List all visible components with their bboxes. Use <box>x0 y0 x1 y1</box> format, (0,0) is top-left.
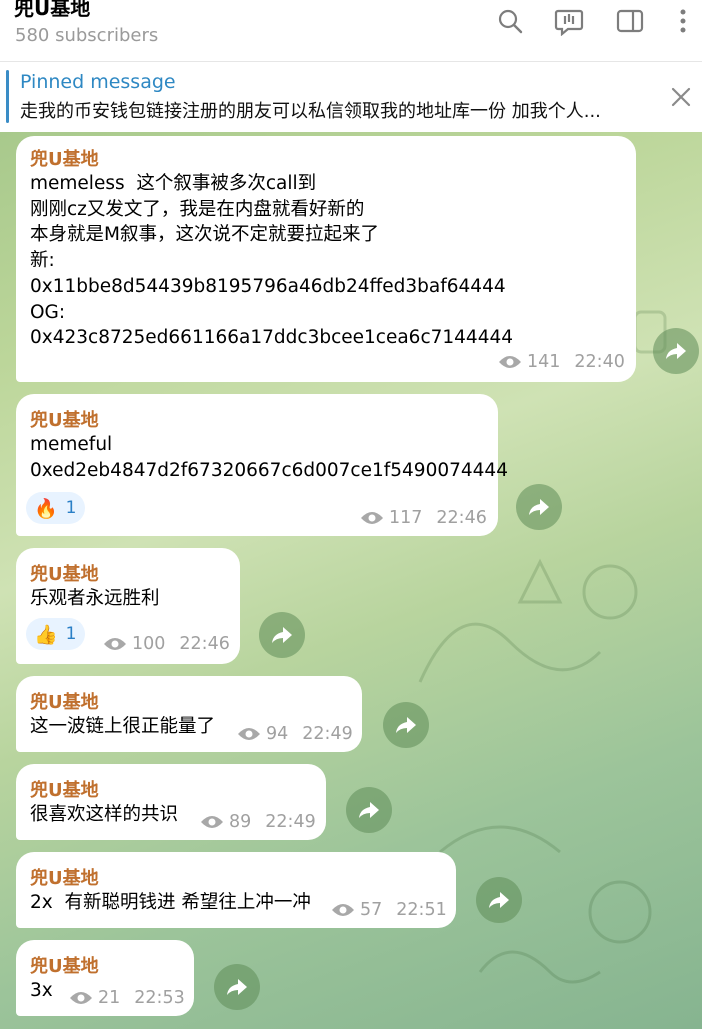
message-text: 3x <box>30 980 53 1001</box>
message-sender[interactable]: 兜U基地 <box>30 776 99 802</box>
message-time: 22:53 <box>134 988 185 1008</box>
message-sender[interactable]: 兜U基地 <box>30 406 99 432</box>
background-pattern-icon <box>418 558 638 683</box>
message-meta: 117 22:46 <box>360 508 487 528</box>
pinned-message-bar[interactable]: Pinned message 走我的币安钱包链接注册的朋友可以私信领取我的地址库… <box>0 62 702 132</box>
message-sender[interactable]: 兜U基地 <box>30 952 99 978</box>
chat-area: 兜U基地 memeless 这个叙事被多次call到 刚刚cz又发文了，我是在内… <box>0 132 702 1029</box>
view-count: 100 <box>132 634 166 654</box>
forward-icon <box>666 343 686 359</box>
pinned-label: Pinned message <box>20 71 176 93</box>
views-icon <box>499 356 521 368</box>
forward-icon <box>359 802 379 818</box>
view-count: 89 <box>229 812 252 832</box>
reaction-count: 1 <box>65 498 77 518</box>
search-icon[interactable] <box>495 6 525 36</box>
message-text: memeless 这个叙事被多次call到 刚刚cz又发文了，我是在内盘就看好新… <box>30 173 514 349</box>
forward-icon <box>396 717 416 733</box>
views-icon <box>70 992 92 1004</box>
view-count: 57 <box>360 900 383 920</box>
message-text: 这一波链上很正能量了 <box>30 716 216 737</box>
reaction-chip[interactable]: 🔥 1 <box>26 492 85 524</box>
forward-button[interactable] <box>383 702 429 748</box>
forward-button[interactable] <box>516 484 562 530</box>
message-meta: 89 22:49 <box>200 812 316 832</box>
forward-icon <box>529 499 549 515</box>
pinned-text: 走我的币安钱包链接注册的朋友可以私信领取我的地址库一份 加我个人... <box>20 101 601 122</box>
fire-icon: 🔥 <box>34 497 58 520</box>
forward-button[interactable] <box>259 612 305 658</box>
forward-button[interactable] <box>346 787 392 833</box>
view-count: 117 <box>389 508 423 528</box>
message-text: 乐观者永远胜利 <box>30 588 160 609</box>
message-sender[interactable]: 兜U基地 <box>30 560 99 586</box>
close-icon[interactable] <box>668 84 694 110</box>
channel-title[interactable]: 兜U基地 <box>14 0 90 21</box>
message-time: 22:40 <box>574 352 625 372</box>
forward-icon <box>227 979 247 995</box>
forward-button[interactable] <box>214 964 260 1010</box>
channel-chat-icon[interactable] <box>554 6 584 36</box>
view-count: 21 <box>98 988 121 1008</box>
views-icon <box>104 638 126 650</box>
views-icon <box>361 512 383 524</box>
message-meta: 21 22:53 <box>69 988 185 1008</box>
message-meta: 141 22:40 <box>498 352 625 372</box>
message-meta: 94 22:49 <box>237 724 353 744</box>
message-meta: 100 22:46 <box>103 634 230 654</box>
message-sender[interactable]: 兜U基地 <box>30 145 99 171</box>
sidebar-toggle-icon[interactable] <box>615 6 645 36</box>
reaction-count: 1 <box>65 624 77 644</box>
message-text: 2x 有新聪明钱进 希望往上冲一冲 <box>30 892 311 913</box>
message-text: memeful 0xed2eb4847d2f67320667c6d007ce1f… <box>30 434 508 481</box>
subscriber-count: 580 subscribers <box>15 25 159 46</box>
message-sender[interactable]: 兜U基地 <box>30 864 99 890</box>
message-time: 22:49 <box>302 724 353 744</box>
message-time: 22:51 <box>396 900 447 920</box>
more-icon[interactable] <box>668 6 698 36</box>
forward-button[interactable] <box>476 877 522 923</box>
forward-icon <box>489 892 509 908</box>
views-icon <box>201 816 223 828</box>
forward-button[interactable] <box>653 328 699 374</box>
message-meta: 57 22:51 <box>331 900 447 920</box>
thumbs-up-icon: 👍 <box>34 623 58 646</box>
message-text: 很喜欢这样的共识 <box>30 804 179 825</box>
background-pattern-icon <box>439 825 652 984</box>
message-time: 22:46 <box>436 508 487 528</box>
message-time: 22:46 <box>179 634 230 654</box>
message-sender[interactable]: 兜U基地 <box>30 688 99 714</box>
chat-header: 兜U基地 580 subscribers <box>0 0 702 62</box>
message-time: 22:49 <box>265 812 316 832</box>
pinned-accent-bar <box>6 70 9 123</box>
reaction-chip[interactable]: 👍 1 <box>26 618 85 650</box>
view-count: 141 <box>527 352 561 372</box>
forward-icon <box>272 627 292 643</box>
views-icon <box>332 904 354 916</box>
views-icon <box>238 728 260 740</box>
view-count: 94 <box>266 724 289 744</box>
